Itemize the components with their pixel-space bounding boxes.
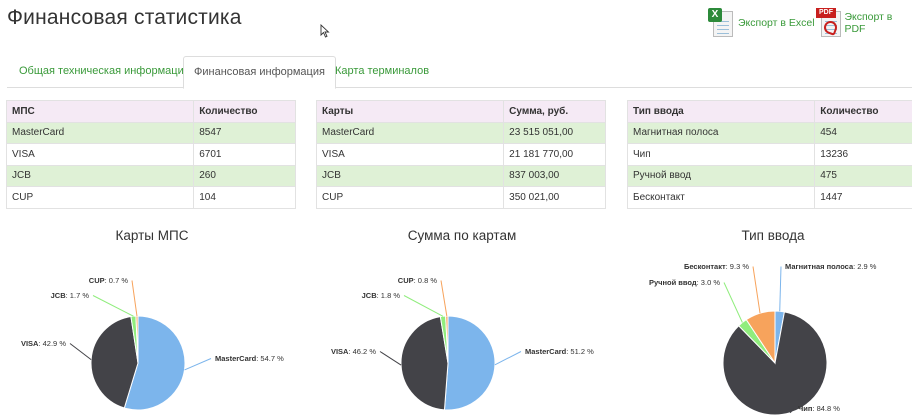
pie-slice-label: Бесконтакт: 9.3 %	[684, 262, 749, 271]
pie-slice-label: CUP: 0.8 %	[398, 276, 438, 285]
pie-connector	[779, 266, 782, 312]
table-header-row: Карты Сумма, руб.	[315, 100, 606, 123]
mps-table: МПС Количество MasterCard 8547 VISA 6701 J…	[5, 100, 296, 209]
table-row: Чип 13236	[626, 143, 912, 166]
export-pdf-button[interactable]: PDF Экспорт в PDF	[816, 8, 912, 38]
excel-file-icon: X	[708, 8, 734, 38]
tab-financial-info[interactable]: Финансовая информация	[183, 56, 336, 89]
table-row: JCB 260	[5, 164, 296, 187]
pie-connector	[131, 280, 138, 317]
column-header: Количество	[193, 100, 296, 123]
table-cell: JCB	[5, 164, 195, 187]
table-header-row: Тип ввода Количество	[626, 100, 912, 123]
table-header-row: МПС Количество	[5, 100, 296, 123]
table-cell: 8547	[193, 121, 296, 144]
table-cell: 837 003,00	[503, 164, 606, 187]
table-cell: 6701	[193, 143, 296, 166]
chart-title-sum: Сумма по картам	[407, 228, 517, 243]
column-header: МПС	[5, 100, 195, 123]
pie-connector	[69, 343, 92, 361]
table-row: MasterCard 23 515 051,00	[315, 121, 606, 144]
table-cell: VISA	[5, 143, 195, 166]
entry-type-table: Тип ввода Количество Магнитная полоса 454…	[626, 100, 912, 209]
page-title: Финансовая статистика	[7, 6, 242, 29]
pie-chart-entry: Магнитная полоса: 2.9 % Чип: 84.8 % Ручной…	[649, 262, 877, 416]
export-excel-button[interactable]: X Экспорт в Excel	[708, 8, 815, 38]
tab-terminal-map[interactable]: Карта терминалов	[325, 56, 439, 88]
table-cell: Бесконтакт	[626, 186, 816, 209]
table-row: VISA 21 181 770,00	[315, 143, 606, 166]
export-pdf-label: Экспорт в PDF	[844, 11, 893, 35]
table-cell: 104	[193, 186, 296, 209]
table-cell: VISA	[315, 143, 505, 166]
export-excel-label: Экспорт в Excel	[738, 17, 815, 29]
pie-connector	[723, 282, 743, 323]
pie-connector	[92, 295, 134, 317]
pie-connector	[379, 351, 402, 366]
chart-title-entry: Тип ввода	[741, 228, 805, 243]
pie-slice-label: JCB: 1.8 %	[362, 291, 401, 300]
pie-slice-label: JCB: 1.7 %	[51, 291, 90, 300]
table-row: MasterCard 8547	[5, 121, 296, 144]
pie-connector	[184, 358, 212, 371]
card-sum-table: Карты Сумма, руб. MasterCard 23 515 051,0…	[315, 100, 606, 209]
table-cell: Чип	[626, 143, 816, 166]
table-row: VISA 6701	[5, 143, 296, 166]
pie-connector	[752, 266, 761, 314]
pie-slice-label: MasterCard: 51.2 %	[525, 347, 594, 356]
table-row: Бесконтакт 1447	[626, 186, 912, 209]
pie-slice[interactable]	[400, 316, 449, 411]
table-row: Ручной ввод 475	[626, 164, 912, 187]
table-cell: 454	[814, 121, 912, 144]
table-cell: CUP	[5, 186, 195, 209]
chart-title-mps: Карты МПС	[115, 228, 189, 243]
table-cell: CUP	[315, 186, 505, 209]
table-cell: MasterCard	[5, 121, 195, 144]
tab-bar: Общая техническая информация Финансовая …	[7, 56, 912, 89]
table-row: CUP 104	[5, 186, 296, 209]
pie-chart-mps: MasterCard: 54.7 % VISA: 42.9 % JCB: 1.7 %…	[21, 276, 284, 411]
pie-slice-label: VISA: 42.9 %	[21, 339, 66, 348]
pie-slice-label: Ручной ввод: 3.0 %	[649, 278, 720, 287]
pie-connector	[494, 351, 522, 366]
pie-connector	[440, 280, 448, 317]
tab-general-info[interactable]: Общая техническая информация	[9, 56, 200, 88]
table-cell: Магнитная полоса	[626, 121, 816, 144]
column-header: Карты	[315, 100, 505, 123]
table-cell: 21 181 770,00	[503, 143, 606, 166]
table-cell: MasterCard	[315, 121, 505, 144]
table-row: JCB 837 003,00	[315, 164, 606, 187]
mouse-cursor-icon	[320, 24, 330, 38]
pie-slice-label: CUP: 0.7 %	[89, 276, 129, 285]
column-header: Тип ввода	[626, 100, 816, 123]
table-cell: 13236	[814, 143, 912, 166]
column-header: Количество	[814, 100, 912, 123]
table-cell: 350 021,00	[503, 186, 606, 209]
pie-chart-sum: MasterCard: 51.2 % VISA: 46.2 % JCB: 1.8 %…	[331, 276, 594, 411]
pie-slice-label: VISA: 46.2 %	[331, 347, 376, 356]
table-cell: 260	[193, 164, 296, 187]
table-cell: 23 515 051,00	[503, 121, 606, 144]
table-row: Магнитная полоса 454	[626, 121, 912, 144]
pie-slice-label: Чип: 84.8 %	[798, 404, 840, 413]
pie-connector	[403, 295, 444, 317]
column-header: Сумма, руб.	[503, 100, 606, 123]
table-row: CUP 350 021,00	[315, 186, 606, 209]
pie-slice[interactable]	[443, 315, 496, 411]
pdf-file-icon: PDF	[816, 8, 841, 38]
table-cell: Ручной ввод	[626, 164, 816, 187]
pie-slice-label: MasterCard: 54.7 %	[215, 354, 284, 363]
table-cell: 1447	[814, 186, 912, 209]
table-cell: JCB	[315, 164, 505, 187]
table-cell: 475	[814, 164, 912, 187]
pie-slice-label: Магнитная полоса: 2.9 %	[785, 262, 877, 271]
